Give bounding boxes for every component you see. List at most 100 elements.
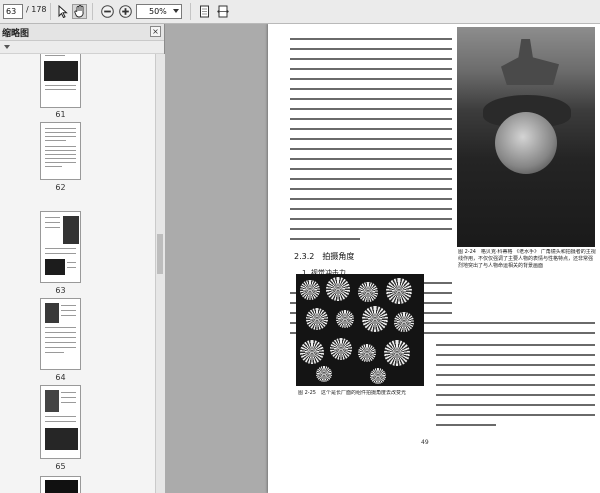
thumbnail-page-63[interactable] <box>40 211 81 283</box>
thumb-image <box>45 480 78 493</box>
text-line <box>290 228 452 230</box>
thumb-text <box>45 158 76 159</box>
select-tool-button[interactable] <box>55 4 70 19</box>
text-line <box>436 424 496 426</box>
flower-shape <box>300 340 324 364</box>
thumb-text <box>61 305 76 306</box>
thumb-text <box>45 347 76 348</box>
text-line <box>290 218 452 220</box>
zoom-level-value: 50% <box>149 7 167 16</box>
thumb-text <box>45 227 60 228</box>
thumb-text <box>45 327 76 328</box>
thumb-text <box>61 315 76 316</box>
thumb-text <box>45 342 76 343</box>
zoom-level-select[interactable]: 50% <box>136 4 182 19</box>
fit-page-icon <box>200 5 209 18</box>
text-line <box>290 98 452 100</box>
thumb-image <box>45 428 78 450</box>
thumbnail-page-65[interactable] <box>40 385 81 459</box>
thumbnail-panel-header: 缩略图 × <box>0 24 164 41</box>
thumb-text <box>61 392 76 393</box>
toolbar-separator <box>190 3 191 20</box>
thumbnail-page-64[interactable] <box>40 298 81 370</box>
plus-circle-icon <box>119 5 132 18</box>
text-line <box>290 238 360 240</box>
text-line <box>290 178 452 180</box>
text-line <box>290 198 452 200</box>
minus-circle-icon <box>101 5 114 18</box>
thumb-text <box>45 222 60 223</box>
thumb-text <box>45 253 76 254</box>
thumb-text <box>45 332 76 333</box>
thumbnail-label: 63 <box>55 286 66 295</box>
thumb-text <box>45 132 76 133</box>
fit-width-icon <box>216 5 229 18</box>
thumb-text <box>45 136 76 137</box>
section-heading: 2.3.2 拍摄角度 <box>294 252 355 261</box>
scrollbar-thumb[interactable] <box>157 234 163 274</box>
thumb-text <box>45 416 76 417</box>
thumb-text <box>45 146 76 147</box>
document-viewer[interactable]: 图 2-24 格贝克·科蒂格 《老水手》 广角镜头和拍摄者的主视线作用，不仅仅强… <box>165 24 600 493</box>
flower-shape <box>306 308 328 330</box>
flower-shape <box>362 306 388 332</box>
text-line <box>436 344 595 346</box>
thumbnail-panel: 缩略图 × 61 62 63 64 65 <box>0 24 165 493</box>
thumb-image <box>45 390 59 412</box>
text-line <box>290 118 452 120</box>
boat-shape <box>501 39 559 85</box>
thumb-text <box>45 140 66 141</box>
text-line <box>290 78 452 80</box>
zoom-in-button[interactable] <box>118 4 133 19</box>
options-icon[interactable] <box>3 43 11 51</box>
text-line <box>290 58 452 60</box>
flower-shape <box>394 312 414 332</box>
text-line <box>290 158 452 160</box>
thumb-image <box>45 259 65 275</box>
flower-shape <box>336 310 354 328</box>
hand-icon <box>73 5 84 18</box>
page-total-label: / 178 <box>26 5 47 14</box>
fit-width-button[interactable] <box>215 4 230 19</box>
thumbnail-page-62[interactable] <box>40 122 81 180</box>
thumbnail-page-66[interactable] <box>40 476 81 493</box>
page-number-input[interactable]: 63 <box>3 4 23 19</box>
flower-shape <box>326 277 350 301</box>
thumb-image <box>44 61 78 81</box>
thumbnail-list: 61 62 63 64 65 <box>0 54 155 493</box>
text-line <box>436 354 595 356</box>
thumbnail-page-61[interactable] <box>40 54 81 108</box>
flower-shape <box>300 280 320 300</box>
text-line <box>436 364 595 366</box>
hand-tool-button[interactable] <box>72 4 87 19</box>
thumbnail-label: 62 <box>55 183 66 192</box>
thumb-text <box>61 310 76 311</box>
text-line <box>290 188 452 190</box>
thumb-text <box>45 162 76 163</box>
panel-options-bar <box>0 41 164 54</box>
close-icon[interactable]: × <box>150 26 161 37</box>
zoom-out-button[interactable] <box>100 4 115 19</box>
thumb-text <box>45 248 76 249</box>
thumbnail-label: 64 <box>55 373 66 382</box>
thumb-text <box>45 55 65 56</box>
text-line <box>290 38 452 40</box>
thumb-text <box>45 352 64 353</box>
thumb-text <box>45 150 76 151</box>
flower-shape <box>384 340 410 366</box>
thumbnail-label: 65 <box>55 462 66 471</box>
text-line <box>290 148 452 150</box>
thumb-text <box>45 85 76 86</box>
figure-flowers <box>296 274 424 386</box>
thumb-text <box>45 166 62 167</box>
flower-shape <box>386 278 412 304</box>
panel-title: 缩略图 <box>2 29 30 39</box>
text-line <box>436 404 595 406</box>
flower-shape <box>316 366 332 382</box>
thumb-text <box>67 262 76 263</box>
text-line <box>290 88 452 90</box>
thumbnail-scrollbar[interactable] <box>155 54 165 493</box>
fit-page-button[interactable] <box>197 4 212 19</box>
toolbar: 63 / 178 50% <box>0 0 600 24</box>
text-line <box>436 384 595 386</box>
